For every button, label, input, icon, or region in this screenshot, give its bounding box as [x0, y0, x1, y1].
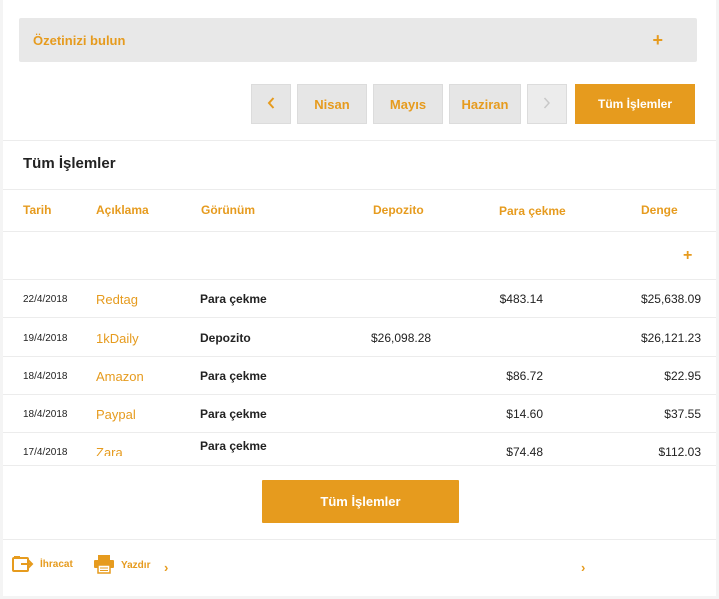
month-tab-haziran[interactable]: Haziran — [449, 84, 521, 124]
row-withdrawal: $86.72 — [506, 369, 543, 383]
divider — [3, 189, 716, 190]
chevron-right-icon — [543, 96, 551, 112]
summary-toggle[interactable]: Özetinizi bulun + — [19, 18, 697, 62]
col-header-balance: Denge — [641, 203, 678, 217]
transactions-panel: Özetinizi bulun + Nisan Mayıs Haziran Tü… — [3, 0, 716, 596]
table-row: 18/4/2018 Paypal Para çekme $14.60 $37.5… — [3, 395, 716, 433]
row-date: 22/4/2018 — [23, 293, 68, 305]
row-withdrawal: $483.14 — [499, 292, 543, 306]
row-description-link[interactable]: 1kDaily — [96, 319, 139, 357]
table-row: 22/4/2018 Redtag Para çekme $483.14 $25,… — [3, 280, 716, 318]
divider — [3, 140, 716, 141]
divider — [3, 231, 716, 232]
chevron-right-icon[interactable]: › — [581, 560, 585, 575]
chevron-right-icon[interactable]: › — [164, 560, 168, 575]
row-balance: $22.95 — [664, 369, 701, 383]
add-transaction-icon[interactable]: + — [683, 247, 692, 265]
row-deposit: $26,098.28 — [371, 331, 432, 345]
row-type: Depozito — [200, 331, 251, 345]
row-balance: $26,121.23 — [640, 331, 701, 345]
footer-toolbar: İhracat Yazdır › › — [3, 540, 716, 596]
col-header-deposit: Depozito — [373, 203, 424, 217]
row-description-link[interactable]: Redtag — [96, 280, 138, 318]
table-row: 18/4/2018 Amazon Para çekme $86.72 $22.9… — [3, 357, 716, 395]
print-label: Yazdır — [121, 560, 151, 571]
row-withdrawal: $14.60 — [506, 407, 543, 421]
export-label: İhracat — [40, 559, 73, 570]
month-tab-mayis[interactable]: Mayıs — [373, 84, 443, 124]
col-header-description: Açıklama — [96, 203, 149, 217]
summary-title: Özetinizi bulun — [33, 32, 126, 48]
col-header-withdrawal: Para çekme — [499, 204, 566, 218]
all-transactions-button[interactable]: Tüm İşlemler — [262, 480, 459, 523]
row-description-link[interactable]: Paypal — [96, 395, 136, 433]
row-balance: $25,638.09 — [640, 292, 701, 306]
export-icon — [12, 554, 34, 575]
col-header-view: Görünüm — [201, 203, 255, 217]
row-balance: $37.55 — [664, 407, 701, 421]
row-divider — [3, 317, 716, 318]
row-date: 18/4/2018 — [23, 408, 68, 420]
divider — [3, 465, 716, 466]
section-title: Tüm İşlemler — [23, 155, 116, 172]
row-type: Para çekme — [200, 369, 267, 383]
all-transactions-tab[interactable]: Tüm İşlemler — [575, 84, 695, 124]
prev-month-button[interactable] — [251, 84, 291, 124]
export-button[interactable]: İhracat — [12, 554, 73, 575]
row-description-link[interactable]: Amazon — [96, 357, 144, 395]
chevron-left-icon — [267, 96, 275, 112]
row-date: 19/4/2018 — [23, 332, 68, 344]
next-month-button[interactable] — [527, 84, 567, 124]
expand-plus-icon: + — [652, 30, 663, 50]
table-row: 19/4/2018 1kDaily Depozito $26,098.28 $2… — [3, 319, 716, 357]
printer-icon — [93, 554, 115, 577]
month-tab-nisan[interactable]: Nisan — [297, 84, 367, 124]
print-button[interactable]: Yazdır — [93, 554, 150, 577]
row-date: 18/4/2018 — [23, 370, 68, 382]
col-header-date: Tarih — [23, 203, 52, 217]
row-type: Para çekme — [200, 292, 267, 306]
row-withdrawal — [473, 319, 543, 357]
